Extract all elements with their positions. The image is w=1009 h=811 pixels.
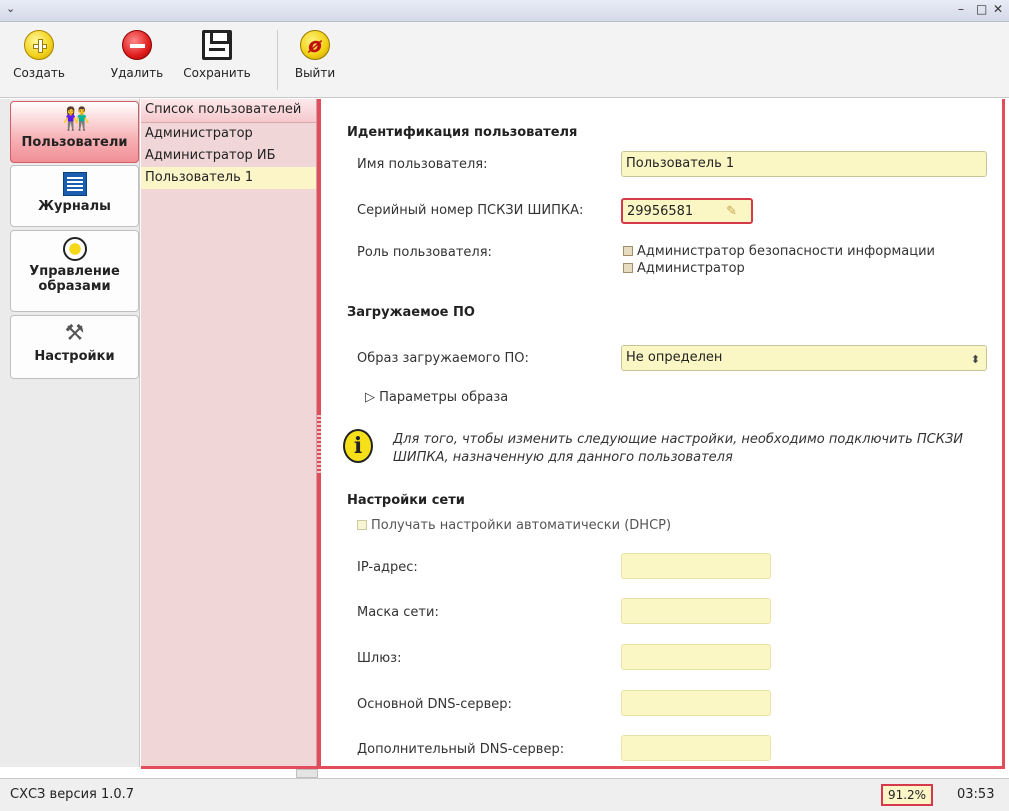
close-icon[interactable]: ✕: [993, 2, 1003, 16]
software-title: Загружаемое ПО: [347, 305, 475, 320]
floppy-icon: [202, 30, 232, 60]
users-icon: 👫: [62, 107, 90, 132]
image-select[interactable]: Не определен ⬍: [621, 345, 987, 371]
create-label: Создать: [13, 66, 65, 80]
scrollbar-thumb[interactable]: [296, 769, 318, 778]
toolbar: Создать Удалить Сохранить ø Выйти: [0, 22, 1009, 98]
serial-value: 29956581: [627, 204, 694, 219]
user-form: Идентификация пользователя Имя пользоват…: [321, 99, 1005, 767]
serial-input[interactable]: 29956581 ✎: [621, 198, 753, 224]
checkbox-box: [623, 263, 633, 273]
exit-label: Выйти: [294, 66, 336, 80]
image-label: Образ загружаемого ПО:: [357, 351, 529, 366]
list-item-selected[interactable]: Пользователь 1: [141, 167, 316, 189]
images-icon: [62, 237, 87, 261]
dns2-label: Дополнительный DNS-сервер:: [357, 742, 565, 757]
name-input[interactable]: Пользователь 1: [621, 151, 987, 177]
sidebar-item-label: Пользователи: [21, 135, 128, 150]
sidebar-item-label: Журналы: [38, 199, 111, 214]
plus-icon: [24, 30, 54, 60]
sidebar-item-label: Настройки: [34, 349, 115, 364]
image-select-value: Не определен: [626, 350, 723, 365]
exit-icon: ø: [300, 30, 330, 60]
delete-label: Удалить: [110, 66, 164, 80]
toolbar-separator: [277, 30, 278, 90]
role-security-admin-checkbox[interactable]: Администратор безопасности информации: [623, 244, 935, 259]
user-list: Список пользователей Администратор Админ…: [141, 99, 317, 767]
status-bar: СХСЗ версия 1.0.7 91.2% 03:53: [0, 778, 1009, 811]
name-label: Имя пользователя:: [357, 157, 488, 172]
checkbox-box: [357, 520, 367, 530]
user-list-header: Список пользователей: [141, 99, 316, 123]
clock-text: 03:53: [957, 787, 995, 802]
title-bar: ⌄ – □ ✕: [0, 0, 1009, 22]
image-params-expander[interactable]: ▷ Параметры образа: [365, 390, 508, 405]
save-button[interactable]: Сохранить: [178, 30, 256, 80]
image-params-label: Параметры образа: [379, 390, 509, 405]
zoom-indicator[interactable]: 91.2%: [881, 784, 933, 806]
checkbox-box: [623, 246, 633, 256]
maximize-icon[interactable]: □: [976, 2, 987, 16]
version-text: СХСЗ версия 1.0.7: [10, 787, 135, 802]
save-label: Сохранить: [183, 66, 251, 80]
triangle-right-icon: ▷: [365, 390, 375, 405]
sidebar: 👫 Пользователи Журналы Управление образа…: [0, 99, 140, 767]
delete-button[interactable]: Удалить: [108, 30, 166, 80]
dns1-label: Основной DNS-сервер:: [357, 697, 512, 712]
minus-icon: [122, 30, 152, 60]
edit-icon[interactable]: ✎: [726, 200, 737, 224]
select-arrows-icon: ⬍: [970, 353, 980, 366]
role-label: Роль пользователя:: [357, 245, 492, 260]
horizontal-scrollbar[interactable]: [141, 766, 1005, 778]
serial-label: Серийный номер ПСКЗИ ШИПКА:: [357, 203, 584, 218]
dhcp-checkbox[interactable]: Получать настройки автоматически (DHCP): [357, 518, 671, 533]
dns1-input[interactable]: [621, 690, 771, 716]
settings-icon: ⚒: [64, 321, 85, 346]
role-admin-label: Администратор: [637, 261, 745, 276]
sidebar-item-journals[interactable]: Журналы: [10, 165, 139, 227]
dns2-input[interactable]: [621, 735, 771, 761]
dhcp-label: Получать настройки автоматически (DHCP): [371, 518, 672, 533]
ip-label: IP-адрес:: [357, 560, 418, 575]
ip-input[interactable]: [621, 553, 771, 579]
role-admin-checkbox[interactable]: Администратор: [623, 261, 745, 276]
minimize-icon[interactable]: –: [958, 2, 964, 16]
list-item[interactable]: Администратор ИБ: [141, 145, 316, 167]
sidebar-item-settings[interactable]: ⚒ Настройки: [10, 315, 139, 379]
role-security-admin-label: Администратор безопасности информации: [637, 244, 935, 259]
identity-title: Идентификация пользователя: [347, 125, 578, 140]
network-title: Настройки сети: [347, 493, 465, 508]
journal-icon: [62, 172, 87, 196]
create-button[interactable]: Создать: [8, 30, 70, 80]
gateway-label: Шлюз:: [357, 651, 402, 666]
info-icon: i: [343, 429, 373, 463]
mask-label: Маска сети:: [357, 605, 439, 620]
sidebar-item-users[interactable]: 👫 Пользователи: [10, 101, 139, 163]
sidebar-item-images[interactable]: Управление образами: [10, 230, 139, 312]
list-item[interactable]: Администратор: [141, 123, 316, 145]
exit-button[interactable]: ø Выйти: [290, 30, 340, 80]
info-text: Для того, чтобы изменить следующие настр…: [393, 432, 964, 465]
sidebar-item-label: Управление образами: [29, 264, 120, 294]
mask-input[interactable]: [621, 598, 771, 624]
window-menu-icon[interactable]: ⌄: [6, 2, 15, 15]
gateway-input[interactable]: [621, 644, 771, 670]
